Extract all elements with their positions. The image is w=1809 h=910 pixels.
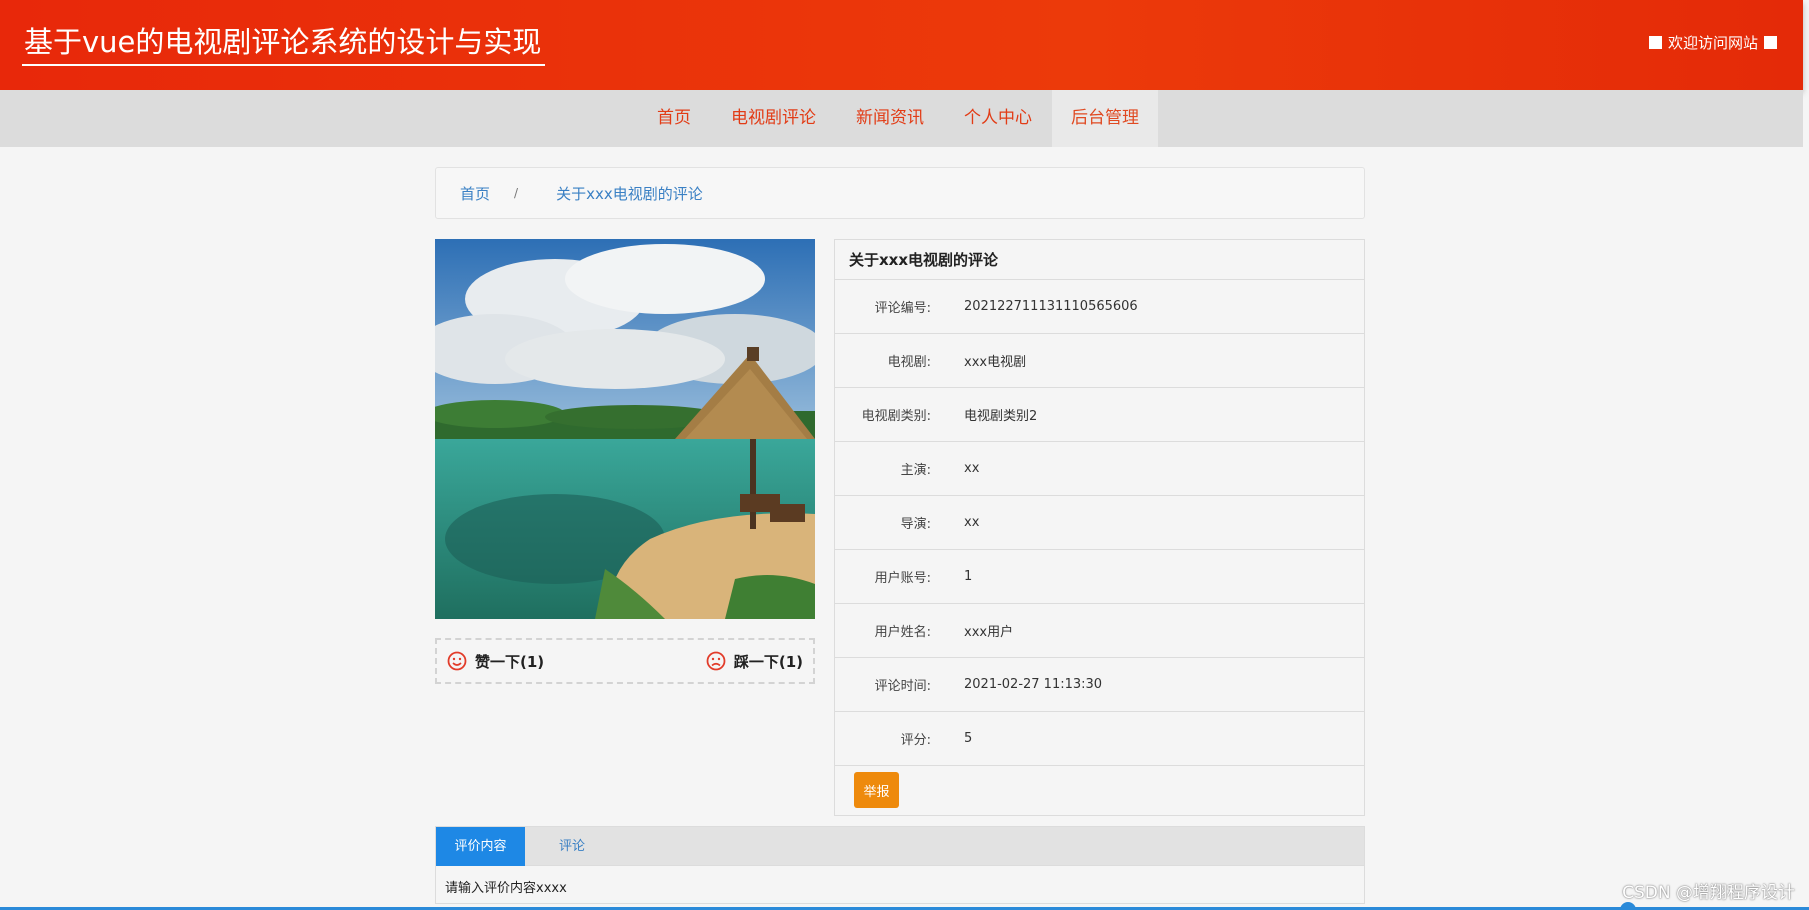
dislike-label: 踩一下(1) <box>733 652 803 671</box>
detail-row-review-time: 评论时间: 2021-02-27 11:13:30 <box>835 658 1364 712</box>
detail-value: 1 <box>964 569 973 584</box>
scroll-indicator[interactable] <box>1620 902 1636 910</box>
review-detail-panel: 关于xxx电视剧的评论 评论编号: 20212271113111056560​6… <box>834 239 1365 816</box>
detail-value: xx <box>964 461 980 476</box>
detail-row-user-name: 用户姓名: xxx用户 <box>835 604 1364 658</box>
detail-row-category: 电视剧类别: 电视剧类别2 <box>835 388 1364 442</box>
welcome-text: 欢迎访问网站 <box>1648 32 1777 53</box>
detail-label: 用户姓名: <box>874 625 931 640</box>
content-tabs: 评价内容 评论 请输入评价内容xxxx <box>435 826 1365 904</box>
square-icon <box>1648 36 1662 49</box>
detail-value: 2021-02-27 11:13:30 <box>964 677 1103 692</box>
tab-comments[interactable]: 评论 <box>542 827 602 866</box>
beach-hut-image <box>435 239 815 619</box>
breadcrumb-home-link[interactable]: 首页 <box>460 183 490 204</box>
vote-box: 赞一下(1) 踩一下(1) <box>435 638 815 684</box>
nav-item-home[interactable]: 首页 <box>637 90 711 147</box>
site-header: 基于vue的电视剧评论系统的设计与实现 欢迎访问网站 <box>0 0 1803 90</box>
nav-item-tv-reviews[interactable]: 电视剧评论 <box>711 90 836 147</box>
detail-row-review-id: 评论编号: 20212271113111056560​6 <box>835 280 1364 334</box>
detail-value: 电视剧类别2 <box>964 409 1038 424</box>
nav-item-personal-center[interactable]: 个人中心 <box>944 90 1052 147</box>
detail-label: 用户账号: <box>874 571 931 586</box>
detail-value: xx <box>964 515 980 530</box>
breadcrumb-current[interactable]: 关于xxx电视剧的评论 <box>556 183 703 204</box>
detail-value: 20212271113111056560​6 <box>964 299 1138 314</box>
nav-item-news[interactable]: 新闻资讯 <box>836 90 944 147</box>
detail-label: 主演: <box>900 463 931 478</box>
detail-label: 评论编号: <box>874 301 931 316</box>
detail-label: 导演: <box>900 517 931 532</box>
square-icon <box>1764 36 1777 49</box>
detail-row-score: 评分: 5 <box>835 712 1364 766</box>
detail-value: xxx用户 <box>964 625 1014 640</box>
dislike-button[interactable]: 踩一下(1) <box>706 651 803 672</box>
main-nav: 首页 电视剧评论 新闻资讯 个人中心 后台管理 <box>0 90 1803 147</box>
site-title: 基于vue的电视剧评论系统的设计与实现 <box>22 22 546 66</box>
detail-row-director: 导演: xx <box>835 496 1364 550</box>
like-label: 赞一下(1) <box>475 652 545 671</box>
detail-row-tv-show: 电视剧: xxx电视剧 <box>835 334 1364 388</box>
detail-value: xxx电视剧 <box>964 355 1027 370</box>
breadcrumb: 首页 / 关于xxx电视剧的评论 <box>435 167 1365 219</box>
detail-label: 评分: <box>900 733 931 748</box>
like-button[interactable]: 赞一下(1) <box>447 651 544 672</box>
nav-item-admin[interactable]: 后台管理 <box>1052 90 1158 147</box>
tab-content-text: 请输入评价内容xxxx <box>445 881 567 896</box>
detail-label: 评论时间: <box>874 679 931 694</box>
tab-review-content[interactable]: 评价内容 <box>436 827 525 866</box>
detail-row-user-account: 用户账号: 1 <box>835 550 1364 604</box>
detail-label: 电视剧类别: <box>861 409 931 424</box>
review-image <box>435 239 815 619</box>
smile-icon <box>447 651 467 671</box>
detail-value: 5 <box>964 731 973 746</box>
detail-row-starring: 主演: xx <box>835 442 1364 496</box>
report-button[interactable]: 举报 <box>854 772 899 808</box>
welcome-label: 欢迎访问网站 <box>1667 34 1758 52</box>
csdn-watermark: CSDN @增翔程序设计 <box>1622 883 1795 903</box>
detail-title: 关于xxx电视剧的评论 <box>835 240 1364 280</box>
tab-bar: 评价内容 评论 <box>436 827 1364 866</box>
detail-label: 电视剧: <box>887 355 931 370</box>
frown-icon <box>706 651 726 671</box>
breadcrumb-separator: / <box>514 186 519 200</box>
